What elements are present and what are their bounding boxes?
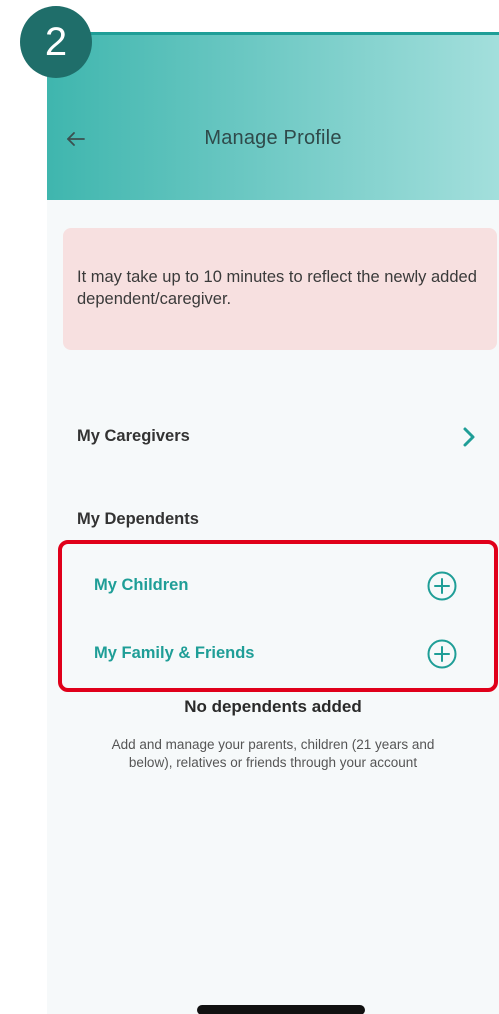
phone-screen: Manage Profile It may take up to 10 minu…: [47, 32, 499, 1014]
page-title: Manage Profile: [204, 127, 342, 149]
empty-state-description: Add and manage your parents, children (2…: [111, 737, 435, 770]
step-number-badge: 2: [20, 6, 92, 78]
info-notice: It may take up to 10 minutes to reflect …: [63, 228, 497, 350]
empty-state-title: No dependents added: [184, 697, 362, 716]
step-number: 2: [44, 20, 68, 64]
highlight-box: [58, 540, 498, 692]
app-header: Manage Profile: [47, 32, 499, 200]
my-caregivers-row[interactable]: My Caregivers: [47, 417, 499, 457]
header-top-border: [47, 32, 499, 35]
notice-text: It may take up to 10 minutes to reflect …: [77, 268, 477, 308]
my-caregivers-label: My Caregivers: [77, 427, 190, 445]
chevron-right-icon: [463, 427, 475, 447]
my-dependents-heading: My Dependents: [77, 510, 199, 528]
home-indicator: [197, 1005, 365, 1014]
